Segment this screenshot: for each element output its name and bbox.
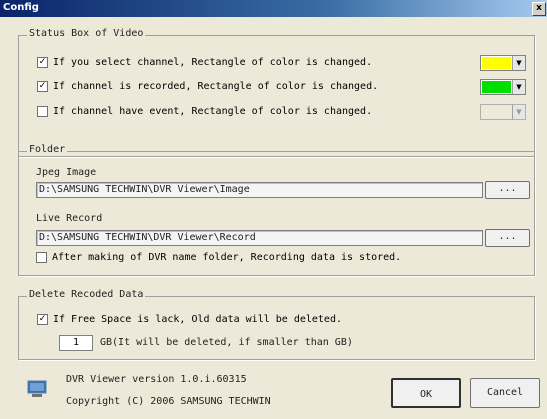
status-box-legend: Status Box of Video (27, 28, 146, 39)
event-color-dropdown[interactable]: ▼ (480, 104, 526, 120)
recorded-color-dropdown[interactable]: ▼ (480, 79, 526, 95)
event-color-checkbox[interactable] (37, 106, 48, 117)
jpeg-browse-button[interactable]: ... (485, 181, 530, 199)
chevron-down-icon[interactable]: ▼ (512, 56, 525, 70)
delete-data-group: Delete Recoded Data ✓ If Free Space is l… (18, 289, 535, 360)
select-color-swatch (482, 57, 511, 69)
jpeg-path-field[interactable]: D:\SAMSUNG TECHWIN\DVR Viewer\Image (36, 182, 483, 198)
select-color-checkbox[interactable]: ✓ (37, 57, 48, 68)
live-record-label: Live Record (36, 213, 103, 224)
select-color-option[interactable]: ✓ If you select channel, Rectangle of co… (37, 57, 372, 68)
event-color-swatch (482, 106, 511, 118)
name-folder-option[interactable]: After making of DVR name folder, Recordi… (36, 252, 401, 263)
event-color-option[interactable]: If channel have event, Rectangle of colo… (37, 106, 372, 117)
gb-threshold-label: GB(It will be deleted, if smaller than G… (100, 337, 353, 348)
status-box-group: Status Box of Video ✓ If you select chan… (18, 28, 535, 157)
chevron-down-icon[interactable]: ▼ (512, 80, 525, 94)
free-space-option[interactable]: ✓ If Free Space is lack, Old data will b… (37, 314, 342, 325)
name-folder-checkbox[interactable] (36, 252, 47, 263)
free-space-label: If Free Space is lack, Old data will be … (53, 314, 342, 325)
ok-button[interactable]: OK (391, 378, 461, 408)
jpeg-image-label: Jpeg Image (36, 167, 97, 178)
recorded-color-option[interactable]: ✓ If channel is recorded, Rectangle of c… (37, 81, 378, 92)
recorded-color-checkbox[interactable]: ✓ (37, 81, 48, 92)
window-title: Config (3, 2, 39, 13)
recorded-color-label: If channel is recorded, Rectangle of col… (53, 81, 379, 92)
version-text: DVR Viewer version 1.0.i.60315 (66, 374, 247, 385)
folder-group: Folder Jpeg Image D:\SAMSUNG TECHWIN\DVR… (18, 144, 535, 276)
close-button[interactable]: x (532, 2, 546, 16)
delete-data-legend: Delete Recoded Data (27, 289, 146, 300)
chevron-down-icon[interactable]: ▼ (512, 105, 525, 119)
title-bar: Config x (0, 0, 547, 17)
monitor-icon (27, 380, 47, 397)
event-color-label: If channel have event, Rectangle of colo… (53, 106, 373, 117)
cancel-button[interactable]: Cancel (470, 378, 540, 408)
select-color-dropdown[interactable]: ▼ (480, 55, 526, 71)
name-folder-label: After making of DVR name folder, Recordi… (52, 252, 402, 263)
recorded-color-swatch (482, 81, 511, 93)
live-path-field[interactable]: D:\SAMSUNG TECHWIN\DVR Viewer\Record (36, 230, 483, 246)
free-space-checkbox[interactable]: ✓ (37, 314, 48, 325)
folder-legend: Folder (27, 144, 68, 155)
gb-threshold-input[interactable]: 1 (59, 335, 93, 351)
select-color-label: If you select channel, Rectangle of colo… (53, 57, 373, 68)
live-browse-button[interactable]: ... (485, 229, 530, 247)
copyright-text: Copyright (C) 2006 SAMSUNG TECHWIN (66, 396, 271, 407)
